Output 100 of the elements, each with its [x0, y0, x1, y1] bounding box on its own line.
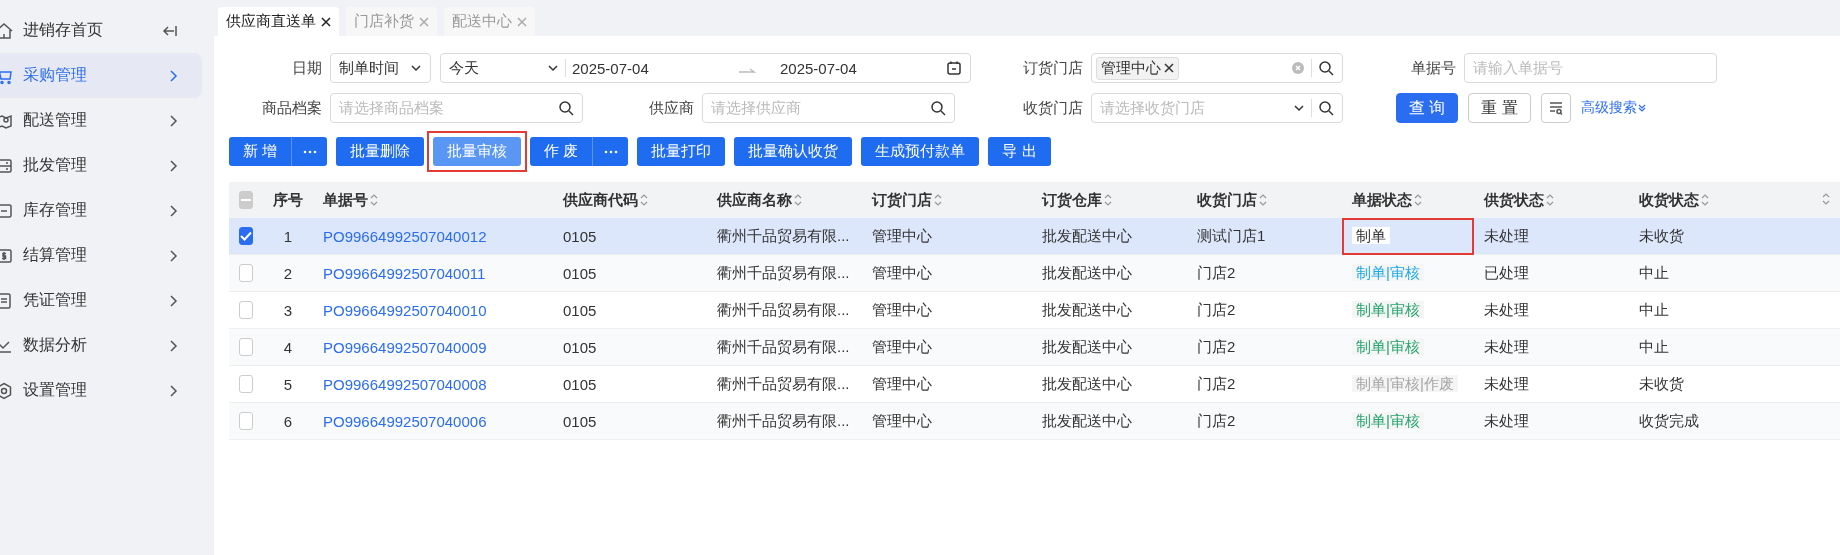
advanced-search-link[interactable]: 高级搜索: [1580, 99, 1646, 117]
chevron-down-icon: [1293, 102, 1305, 114]
row-checkbox[interactable]: [239, 375, 253, 393]
toolbar-button[interactable]: 批量确认收货: [734, 137, 853, 166]
document-number-link[interactable]: PO99664992507040008: [323, 375, 487, 393]
chevron-right-icon: [168, 293, 178, 308]
document-number-link[interactable]: PO99664992507040010: [323, 301, 487, 319]
sort-icon: [934, 193, 942, 207]
chevron-right-icon: [168, 338, 178, 353]
supply-status: 未处理: [1484, 300, 1529, 318]
status-tag: 制单|审核: [1352, 263, 1424, 281]
receive-store: 门店2: [1197, 411, 1236, 429]
more-button[interactable]: [291, 137, 328, 166]
toolbar-button[interactable]: 作 废: [530, 137, 593, 166]
order-store: 管理中心: [872, 226, 932, 244]
search-icon: [1318, 100, 1334, 116]
toolbar-button[interactable]: 新 增: [229, 137, 292, 166]
row-checkbox[interactable]: [239, 264, 253, 282]
row-number: 6: [283, 412, 293, 430]
sort-icon: [1822, 191, 1830, 206]
sidebar-item[interactable]: 进销存首页: [0, 8, 202, 53]
row-checkbox[interactable]: [239, 301, 253, 319]
supplier-code: 0105: [563, 301, 597, 319]
order-store: 管理中心: [872, 300, 932, 318]
sidebar-item[interactable]: 凭证管理: [0, 278, 202, 323]
document-icon: [0, 291, 13, 310]
supplier-code: 0105: [563, 375, 597, 393]
sidebar-item[interactable]: 设置管理: [0, 368, 202, 413]
field-label: 供应商: [649, 98, 695, 118]
row-number: 1: [283, 227, 293, 245]
field-label: 商品档案: [262, 98, 323, 118]
order-store-field[interactable]: 管理中心: [1091, 53, 1343, 83]
supply-status: 未处理: [1484, 411, 1529, 429]
supplier-code: 0105: [563, 264, 597, 282]
order-warehouse: 批发配送中心: [1042, 263, 1132, 281]
select-all-checkbox[interactable]: [239, 191, 253, 209]
chevron-right-icon: [168, 383, 178, 398]
supplier-name: 衢州千品贸易有限...: [717, 374, 850, 392]
column-header: 供货状态: [1484, 190, 1544, 210]
date-type-select[interactable]: 制单时间: [330, 53, 431, 83]
status-tag: 制单|审核: [1352, 300, 1424, 318]
receive-status: 收货完成: [1639, 411, 1699, 429]
sort-icon: [1259, 193, 1267, 207]
sidebar-item[interactable]: 批发管理: [0, 143, 202, 188]
query-button[interactable]: 查 询: [1396, 93, 1459, 123]
close-icon: [517, 16, 527, 27]
double-chevron-icon: [1637, 103, 1646, 113]
row-checkbox[interactable]: [239, 227, 253, 245]
sidebar-item[interactable]: 数据分析: [0, 323, 202, 368]
column-header: 序号: [273, 190, 303, 210]
order-warehouse: 批发配送中心: [1042, 337, 1132, 355]
supply-status: 未处理: [1484, 337, 1529, 355]
sidebar-item[interactable]: 库存管理: [0, 188, 202, 233]
toolbar-button[interactable]: 批量审核: [433, 137, 522, 166]
field-label: 单据号: [1411, 58, 1457, 78]
tab[interactable]: 配送中心: [444, 7, 535, 36]
chevron-down-icon: [547, 62, 559, 74]
order-warehouse: 批发配送中心: [1042, 411, 1132, 429]
filter-settings-button[interactable]: [1540, 93, 1571, 123]
row-checkbox[interactable]: [239, 338, 253, 356]
supplier-code: 0105: [563, 227, 597, 245]
row-checkbox[interactable]: [239, 412, 253, 430]
toolbar-button[interactable]: 批量删除: [336, 137, 425, 166]
close-icon: [321, 16, 331, 27]
sidebar-item[interactable]: 结算管理: [0, 233, 202, 278]
toolbar-button[interactable]: 生成预付款单: [861, 137, 980, 166]
row-number: 3: [283, 301, 293, 319]
column-header: 单据号: [323, 190, 368, 210]
sidebar-item[interactable]: 配送管理: [0, 98, 202, 143]
order-warehouse: 批发配送中心: [1042, 374, 1132, 392]
column-header: 供应商名称: [717, 190, 792, 210]
receive-store: 门店2: [1197, 374, 1236, 392]
clear-icon: [1291, 61, 1305, 75]
receive-store: 门店2: [1197, 300, 1236, 318]
search-icon: [1318, 60, 1334, 76]
receive-status: 中止: [1639, 337, 1669, 355]
sidebar-item[interactable]: 采购管理: [0, 53, 202, 98]
toolbar-button[interactable]: 导 出: [988, 137, 1051, 166]
supply-status: 未处理: [1484, 226, 1529, 244]
receive-store: 门店2: [1197, 263, 1236, 281]
order-warehouse: 批发配送中心: [1042, 226, 1132, 244]
sort-icon: [1701, 193, 1709, 207]
sort-icon: [1546, 193, 1554, 207]
receive-status: 未收货: [1639, 226, 1684, 244]
supplier-name: 衢州千品贸易有限...: [717, 337, 850, 355]
chevron-right-icon: [168, 203, 178, 218]
tab[interactable]: 门店补货: [346, 7, 437, 36]
reset-button[interactable]: 重 置: [1468, 93, 1531, 123]
tab[interactable]: 供应商直送单: [218, 7, 339, 36]
field-label: 日期: [292, 58, 323, 78]
order-store: 管理中心: [872, 263, 932, 281]
column-header: 收货状态: [1639, 190, 1699, 210]
cabinet-icon: [0, 156, 13, 175]
date-range-field[interactable]: 今天 2025-07-04 2025-07-04: [440, 53, 971, 83]
toolbar-button[interactable]: 批量打印: [637, 137, 726, 166]
calendar-icon: [946, 60, 962, 76]
search-icon: [558, 100, 574, 116]
more-button[interactable]: [592, 137, 629, 166]
order-store: 管理中心: [872, 411, 932, 429]
chevron-right-icon: [168, 158, 178, 173]
